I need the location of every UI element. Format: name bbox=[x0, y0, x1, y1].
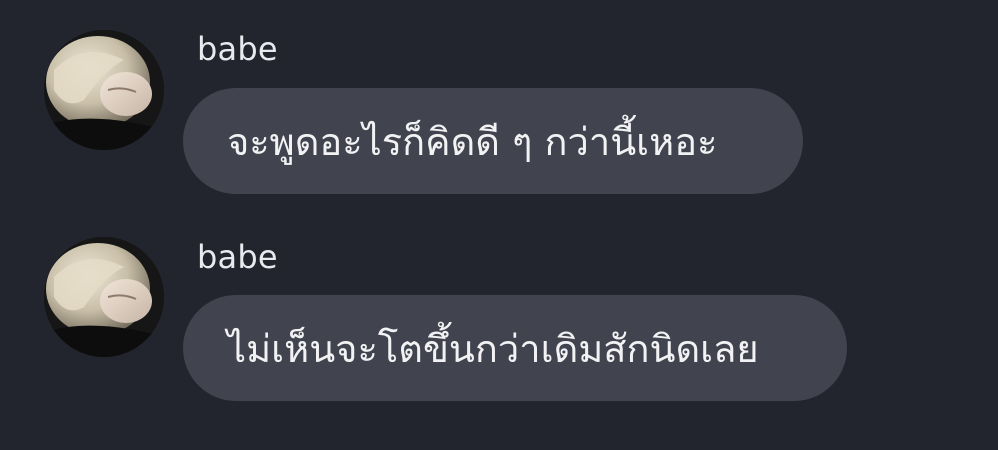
message-bubble[interactable]: จะพูดอะไรก็คิดดี ๆ กว่านี้เหอะ bbox=[183, 88, 803, 194]
message-item: babe ไม่เห็นจะโตขึ้นกว่าเดิมสักนิดเลย bbox=[0, 208, 998, 450]
sender-name: babe bbox=[197, 30, 278, 68]
sender-avatar[interactable] bbox=[44, 237, 164, 357]
sender-avatar[interactable] bbox=[44, 30, 164, 150]
message-bubble[interactable]: ไม่เห็นจะโตขึ้นกว่าเดิมสักนิดเลย bbox=[183, 295, 847, 401]
sender-name: babe bbox=[197, 238, 278, 276]
message-item: babe จะพูดอะไรก็คิดดี ๆ กว่านี้เหอะ bbox=[0, 0, 998, 220]
avatar-photo-icon bbox=[44, 30, 164, 150]
avatar-photo-icon bbox=[44, 237, 164, 357]
